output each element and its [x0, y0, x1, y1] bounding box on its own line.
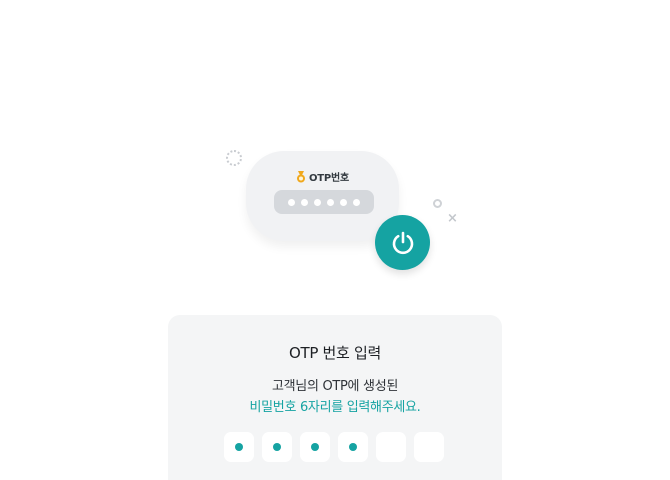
medal-icon	[296, 170, 305, 182]
otp-masked-field	[274, 190, 374, 214]
power-button-illustration	[375, 215, 430, 270]
masked-digit	[288, 198, 295, 206]
otp-input-panel: OTP 번호 입력 고객님의 OTP에 생성된 비밀번호 6자리를 입력해주세요…	[168, 315, 502, 480]
pin-filled-dot	[311, 443, 319, 451]
otp-screen: × OTP번호 OTP 번호 입력 고객님의 OTP에 생성된 비밀번호 6자리…	[0, 0, 670, 480]
masked-digit	[314, 198, 321, 206]
cross-decoration-icon: ×	[447, 211, 458, 226]
masked-digit	[301, 198, 308, 206]
masked-digit	[327, 198, 334, 206]
pin-filled-dot	[235, 443, 243, 451]
small-circle-decoration-icon	[433, 199, 442, 208]
pin-digit-box[interactable]	[376, 432, 406, 462]
description-line-2: 비밀번호 6자리를 입력해주세요.	[249, 400, 421, 415]
power-icon	[392, 231, 413, 254]
pin-digit-box[interactable]	[300, 432, 330, 462]
pin-digit-box[interactable]	[338, 432, 368, 462]
pin-filled-dot	[273, 443, 281, 451]
panel-title: OTP 번호 입력	[288, 344, 382, 362]
pin-digit-box[interactable]	[414, 432, 444, 462]
pin-filled-dot	[349, 443, 357, 451]
pin-digit-box[interactable]	[224, 432, 254, 462]
otp-card-header: OTP번호	[246, 169, 399, 184]
pin-digit-box[interactable]	[262, 432, 292, 462]
otp-pin-input[interactable]	[224, 432, 444, 462]
dotted-circle-decoration-icon	[226, 150, 242, 166]
otp-card-label: OTP번호	[308, 173, 350, 184]
masked-digit	[353, 198, 360, 206]
masked-digit	[340, 198, 347, 206]
otp-device-illustration: OTP번호	[246, 151, 399, 241]
panel-description: 고객님의 OTP에 생성된 비밀번호 6자리를 입력해주세요.	[168, 376, 502, 418]
description-line-1: 고객님의 OTP에 생성된	[271, 379, 399, 394]
